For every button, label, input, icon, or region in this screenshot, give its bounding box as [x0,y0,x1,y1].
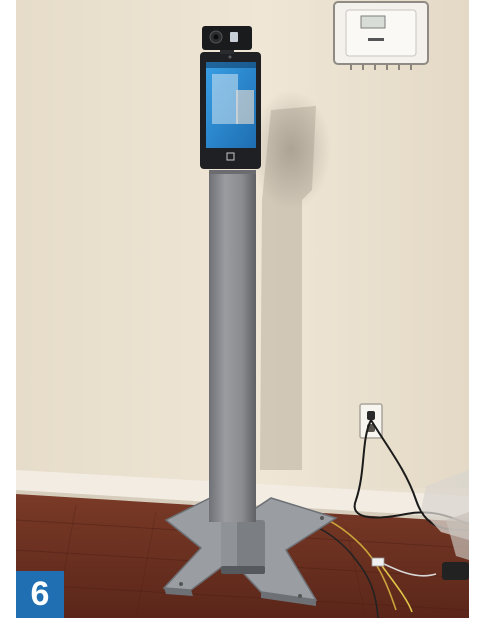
kiosk-photo [16,0,469,618]
tablet-terminal [200,52,261,169]
stand-pole [209,170,256,522]
figure-frame: 6 [0,0,483,618]
thermal-camera [202,26,252,54]
pole-foot [221,520,265,574]
thermostat [333,1,429,70]
power-adapter [442,562,469,580]
figure-number-badge: 6 [16,571,64,618]
